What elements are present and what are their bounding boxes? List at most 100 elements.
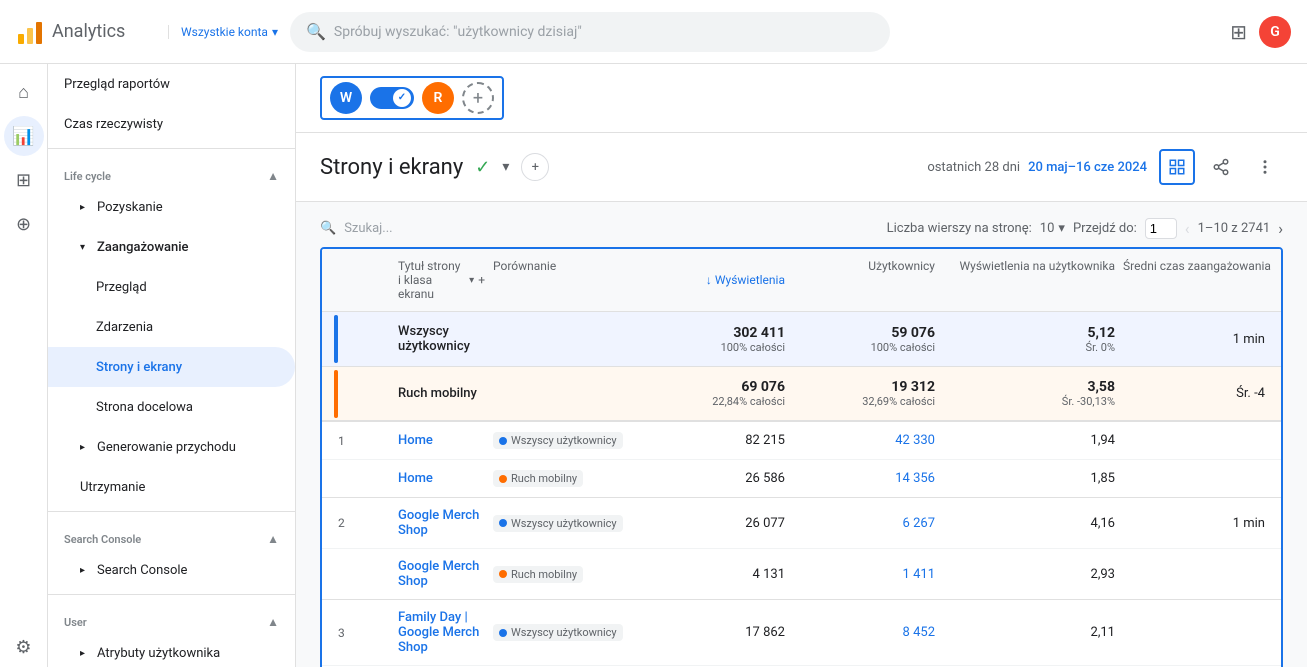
chevron-up-icon3: ▲ <box>267 615 279 629</box>
row-num <box>334 469 394 489</box>
nav-settings[interactable]: ⚙ <box>4 627 44 667</box>
sidebar-item-events[interactable]: Zdarzenia <box>48 307 295 347</box>
logo-area: Analytics <box>16 18 156 46</box>
table-toolbar: 🔍 Szukaj... Liczba wierszy na stronę: 10… <box>320 218 1283 239</box>
row-segment: Wszyscy użytkownicy <box>489 422 639 459</box>
comparison-toggle[interactable] <box>370 87 414 109</box>
row-page-name[interactable]: Home <box>394 461 489 496</box>
row-avg <box>1119 431 1269 451</box>
sidebar-item-search-console[interactable]: Search Console <box>48 550 295 590</box>
table-area: 🔍 Szukaj... Liczba wierszy na stronę: 10… <box>296 202 1307 667</box>
table-row: Home Ruch mobilny 26 586 14 356 1,85 <box>322 460 1281 498</box>
grid-icon[interactable]: ⊞ <box>1230 20 1247 44</box>
sidebar-item-realtime[interactable]: Czas rzeczywisty <box>48 104 295 144</box>
total-blue-users: 59 076 100% całości <box>789 313 939 366</box>
section-user: User ▲ <box>48 599 295 633</box>
col-header-views-per-user[interactable]: Wyświetlenia na użytkownika <box>939 249 1119 311</box>
total-orange-avg: Śr. -4 <box>1119 374 1269 413</box>
row-vpu: 2,93 <box>939 557 1119 592</box>
row-views: 4 131 <box>639 557 789 592</box>
nav-reports[interactable]: 📊 <box>4 116 44 156</box>
comparison-bar: W R + <box>296 64 1307 133</box>
sidebar-label: Czas rzeczywisty <box>64 117 163 132</box>
row-page-name[interactable]: Home <box>394 423 489 458</box>
account-selector[interactable]: Wszystkie konta <box>168 25 278 39</box>
share-button[interactable] <box>1203 149 1239 185</box>
sidebar-label: Przegląd raportów <box>64 77 170 92</box>
user-avatar[interactable]: G <box>1259 16 1291 48</box>
col-header-views[interactable]: ↓ Wyświetlenia <box>639 249 789 311</box>
col-header-page[interactable]: Tytuł strony i klasa ekranu ▾ + <box>394 249 489 311</box>
more-options-button[interactable] <box>1247 149 1283 185</box>
seg-dot <box>499 570 507 578</box>
row-num: 2 <box>334 506 394 540</box>
sidebar-item-acquisition[interactable]: Pozyskanie <box>48 187 295 227</box>
table-row: 3 Family Day | Google Merch Shop Wszyscy… <box>322 600 1281 666</box>
row-page-name[interactable]: Google Merch Shop <box>394 498 489 548</box>
add-col-icon[interactable]: + <box>478 273 485 287</box>
sidebar-item-overview[interactable]: Przegląd raportów <box>48 64 295 104</box>
row-avg <box>1119 623 1269 643</box>
nav-advertising[interactable]: ⊕ <box>4 204 44 244</box>
topbar: Analytics Wszystkie konta 🔍 Spróbuj wysz… <box>0 0 1307 64</box>
add-segment-button[interactable]: + <box>462 82 494 114</box>
total-orange-users: 19 312 32,69% całości <box>789 367 939 420</box>
row-users: 14 356 <box>789 461 939 496</box>
row-vpu: 4,16 <box>939 506 1119 541</box>
sidebar-item-pages[interactable]: Strony i ekrany <box>48 347 295 387</box>
row-page-name[interactable]: Family Day | Google Merch Shop <box>394 600 489 665</box>
total-blue-label: Wszyscy użytkownicy <box>394 312 489 366</box>
row-users: 1 411 <box>789 557 939 592</box>
row-segment: Wszyscy użytkownicy <box>489 614 639 651</box>
comparison-total-blue: Wszyscy użytkownicy 302 411 100% całości… <box>322 312 1281 367</box>
main-content: W R + Strony i ekrany ✓ ▾ + ostatnich 28… <box>296 64 1307 667</box>
sidebar-item-retention[interactable]: Utrzymanie <box>48 467 295 507</box>
table-row: 1 Home Wszyscy użytkownicy 82 215 42 330… <box>322 422 1281 460</box>
row-avg: 1 min <box>1119 506 1269 541</box>
total-blue-vpu: 5,12 Śr. 0% <box>939 313 1119 366</box>
sidebar-divider2 <box>48 511 295 512</box>
row-page-name[interactable]: Google Merch Shop <box>394 549 489 599</box>
customize-report-button[interactable] <box>1159 149 1195 185</box>
topbar-right: ⊞ G <box>1230 16 1291 48</box>
nav-home[interactable]: ⌂ <box>4 72 44 112</box>
row-segment: Wszyscy użytkownicy <box>489 505 639 542</box>
sidebar-item-monetization[interactable]: Generowanie przychodu <box>48 427 295 467</box>
next-page-arrow[interactable]: › <box>1278 219 1283 238</box>
sidebar-item-user-attributes[interactable]: Atrybuty użytkownika <box>48 633 295 667</box>
rows-selector[interactable]: 10 <box>1040 221 1065 236</box>
sidebar-item-engagement[interactable]: Zaangażowanie <box>48 227 295 267</box>
chevron-right-icon2 <box>80 442 85 453</box>
row-num <box>334 564 394 584</box>
page-header: Strony i ekrany ✓ ▾ + ostatnich 28 dni 2… <box>296 133 1307 202</box>
chevron-right-icon <box>80 202 85 213</box>
table-header-row: Tytuł strony i klasa ekranu ▾ + Porównan… <box>322 249 1281 312</box>
comparison-total-orange: Ruch mobilny 69 076 22,84% całości 19 31… <box>322 367 1281 422</box>
seg-dot <box>499 475 507 483</box>
col-header-avg[interactable]: Średni czas zaangażowania <box>1119 249 1269 311</box>
chevron-down-icon <box>272 25 278 39</box>
chevron-up-icon: ▲ <box>267 169 279 183</box>
prev-page-arrow[interactable]: ‹ <box>1185 219 1190 238</box>
search-bar[interactable]: 🔍 Spróbuj wyszukać: "użytkownicy dzisiaj… <box>290 12 890 52</box>
goto-input[interactable] <box>1145 218 1177 239</box>
table-search[interactable]: 🔍 Szukaj... <box>320 221 393 236</box>
page-title-dropdown[interactable]: ▾ <box>502 159 509 175</box>
status-check-icon: ✓ <box>475 157 490 178</box>
col-header-users[interactable]: Użytkownicy <box>789 249 939 311</box>
main-table-frame: Tytuł strony i klasa ekranu ▾ + Porównan… <box>320 247 1283 667</box>
row-vpu: 2,11 <box>939 615 1119 650</box>
sidebar-item-landing[interactable]: Strona docelowa <box>48 387 295 427</box>
add-metric-icon[interactable]: + <box>521 153 549 181</box>
nav-explore[interactable]: ⊞ <box>4 160 44 200</box>
col-header-compare: Porównanie <box>489 249 639 311</box>
row-views: 17 862 <box>639 615 789 650</box>
sidebar-item-overview-engagement[interactable]: Przegląd <box>48 267 295 307</box>
date-range[interactable]: ostatnich 28 dni 20 maj–16 cze 2024 <box>927 160 1147 175</box>
total-orange-label: Ruch mobilny <box>394 374 489 413</box>
segment-w-avatar: W <box>330 82 362 114</box>
row-avg <box>1119 564 1269 584</box>
row-segment: Ruch mobilny <box>489 460 639 497</box>
row-segment: Ruch mobilny <box>489 556 639 593</box>
row-users: 6 267 <box>789 506 939 541</box>
